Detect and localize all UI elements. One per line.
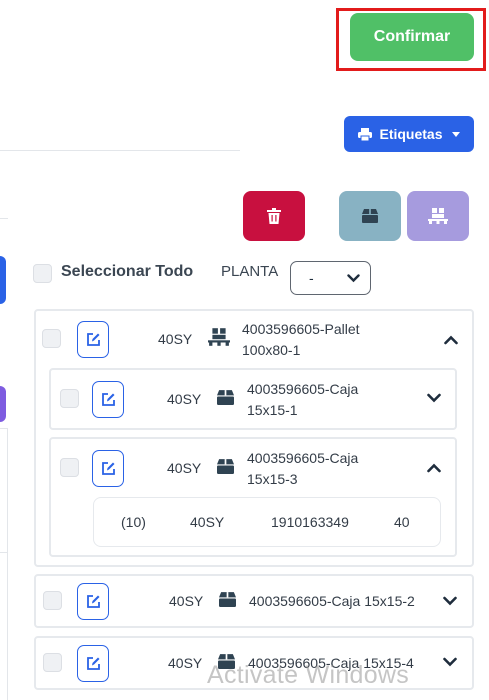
add-box-button[interactable] — [339, 191, 401, 241]
divider — [0, 218, 8, 219]
item-checkbox[interactable] — [43, 591, 62, 610]
item-checkbox[interactable] — [60, 458, 79, 477]
divider — [0, 428, 8, 429]
edit-button[interactable] — [77, 321, 109, 358]
pallet-icon — [208, 328, 230, 346]
item-description: 4003596605-Caja 15x15-2 — [249, 593, 415, 609]
pallet-icon — [428, 208, 448, 224]
edit-button[interactable] — [77, 583, 109, 620]
item-checkbox[interactable] — [60, 389, 79, 408]
select-all-label: Seleccionar Todo — [61, 263, 194, 280]
divider — [0, 150, 240, 151]
item-checkbox[interactable] — [43, 653, 62, 672]
item-description: 4003596605-Caja 15x15-1 — [247, 381, 359, 418]
chevron-up-icon[interactable] — [444, 335, 458, 345]
partial-purple-button[interactable] — [0, 386, 6, 422]
trash-icon — [267, 208, 281, 224]
chevron-down-icon — [347, 273, 360, 282]
detail-value: 40 — [394, 514, 410, 530]
item-description: 4003596605-Pallet 100x80-1 — [242, 321, 360, 358]
edit-icon — [86, 657, 100, 670]
divider — [7, 428, 8, 700]
edit-icon — [86, 595, 100, 608]
chevron-down-icon[interactable] — [443, 596, 457, 606]
item-code: 40SY — [167, 460, 202, 476]
caret-down-icon — [451, 131, 460, 137]
planta-selected-value: - — [309, 270, 314, 286]
box-icon — [219, 592, 236, 607]
edit-button[interactable] — [92, 450, 124, 487]
select-all-checkbox[interactable] — [33, 264, 52, 283]
chevron-up-icon[interactable] — [427, 463, 441, 473]
planta-select[interactable]: - — [290, 261, 371, 295]
item-code: 40SY — [167, 391, 202, 407]
delete-button[interactable] — [243, 191, 305, 241]
etiquetas-label: Etiquetas — [379, 126, 443, 142]
detail-number: 1910163349 — [271, 514, 349, 530]
box-icon — [217, 390, 234, 405]
item-description: 4003596605-Caja 15x15-3 — [247, 450, 359, 487]
chevron-down-icon[interactable] — [427, 393, 441, 403]
divider — [0, 552, 8, 553]
activate-windows-watermark: Activate Windows — [207, 661, 410, 689]
partial-blue-button[interactable] — [0, 256, 6, 304]
detail-quantity: (10) — [121, 514, 146, 530]
item-code: 40SY — [158, 331, 193, 347]
edit-icon — [101, 393, 115, 406]
detail-code: 40SY — [190, 514, 225, 530]
etiquetas-dropdown-button[interactable]: Etiquetas — [344, 116, 474, 152]
item-code: 40SY — [168, 655, 203, 671]
box-icon — [217, 459, 234, 474]
confirm-button[interactable]: Confirmar — [350, 13, 474, 61]
edit-button[interactable] — [92, 381, 124, 418]
box-icon — [362, 209, 378, 223]
edit-icon — [86, 333, 100, 346]
chevron-down-icon[interactable] — [443, 657, 457, 667]
add-pallet-button[interactable] — [407, 191, 469, 241]
item-code: 40SY — [169, 593, 204, 609]
printer-icon — [358, 127, 373, 141]
planta-label: PLANTA — [221, 263, 279, 280]
edit-button[interactable] — [77, 645, 109, 682]
edit-icon — [101, 462, 115, 475]
item-checkbox[interactable] — [42, 329, 61, 348]
